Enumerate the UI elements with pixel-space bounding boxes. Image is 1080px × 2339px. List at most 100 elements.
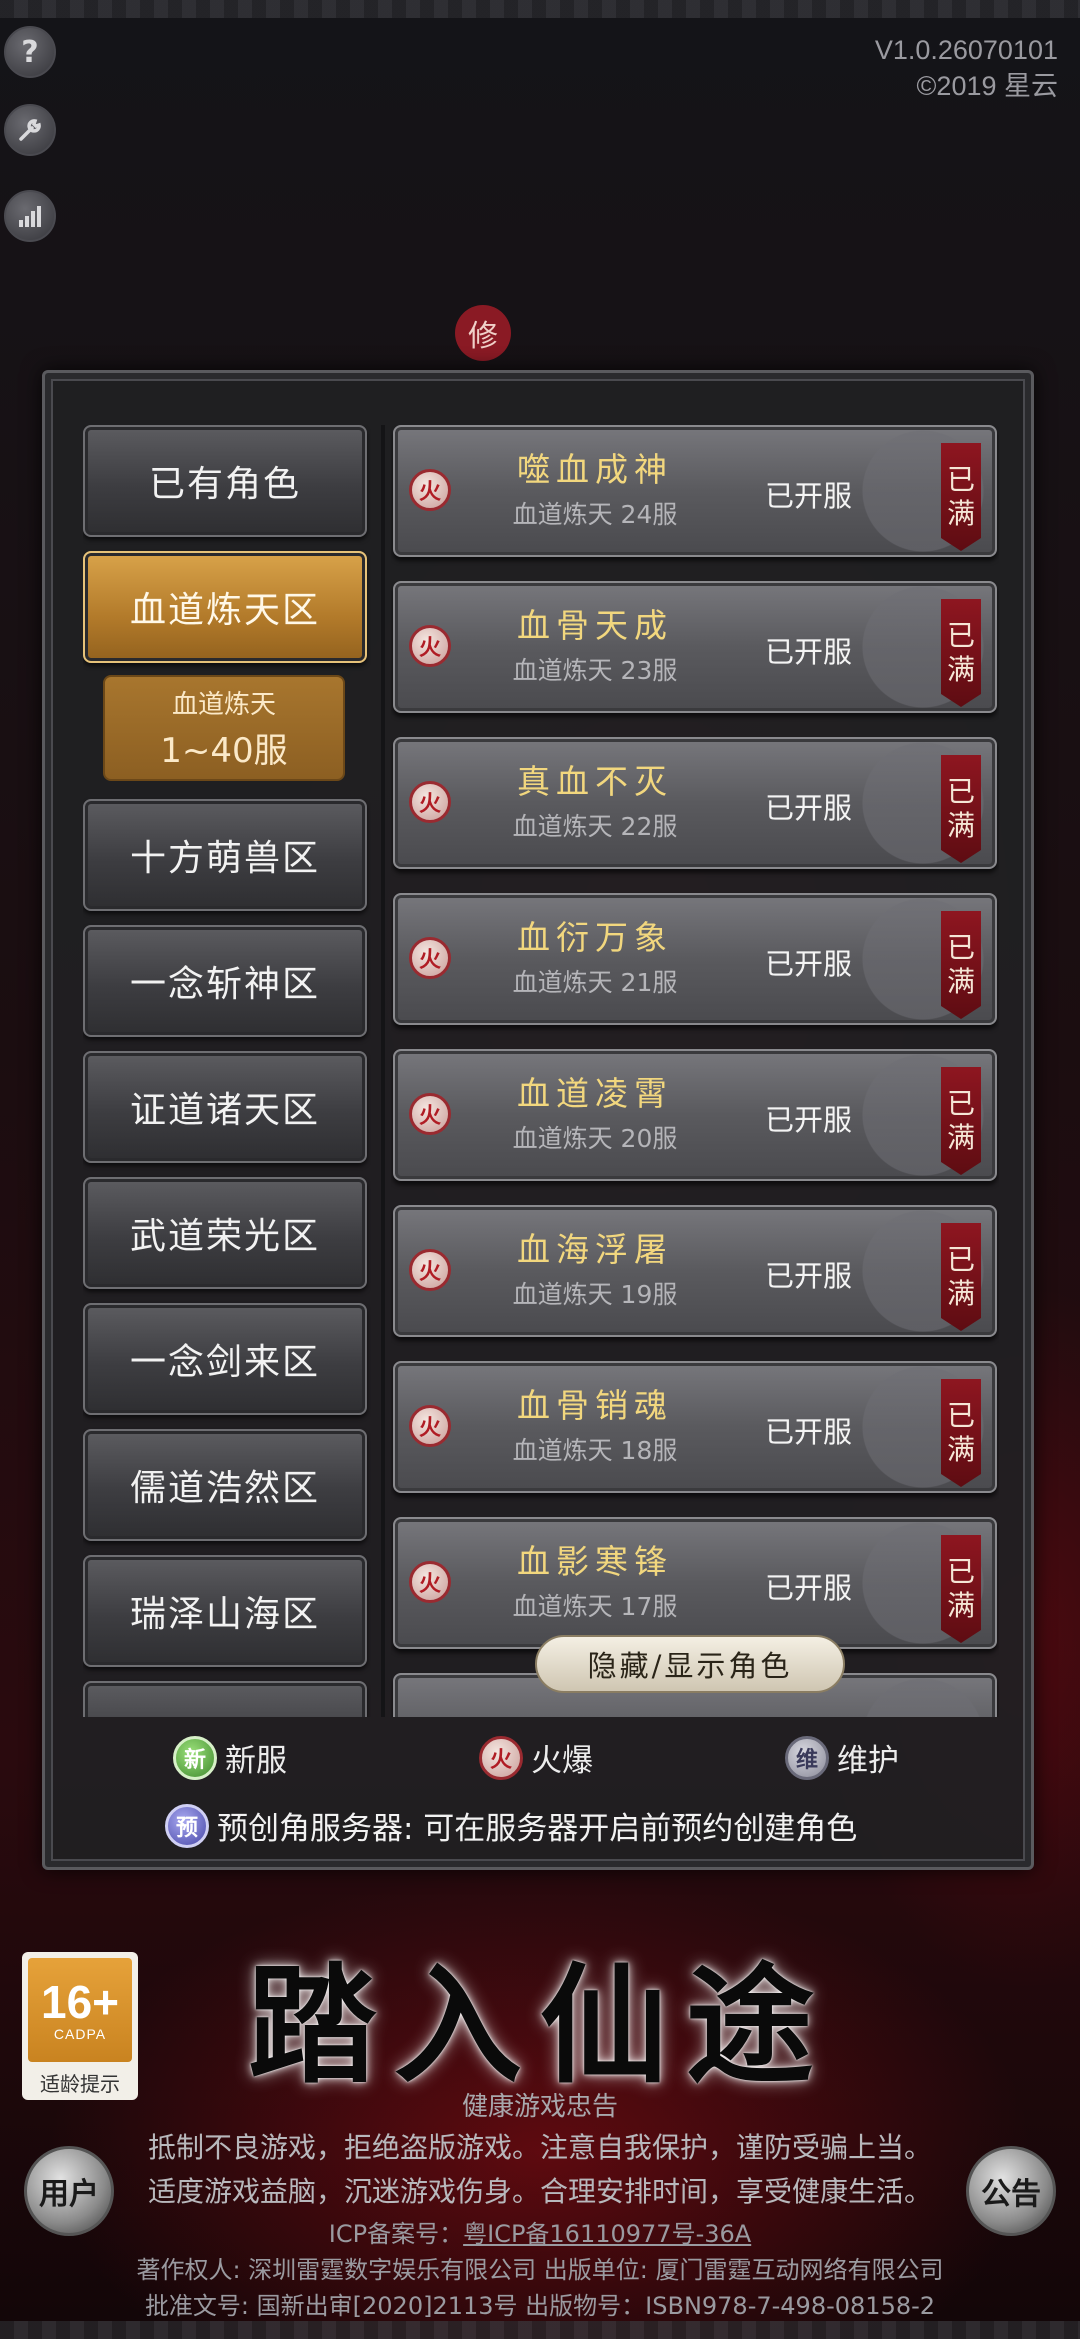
zone-item-active[interactable]: 血道炼天区 — [83, 551, 367, 663]
server-status: 已开服 — [765, 1103, 853, 1137]
hot-icon: 火 — [409, 1405, 451, 1447]
server-row[interactable]: 火 血海浮屠 血道炼天 19服 已开服 已满 — [393, 1205, 997, 1337]
full-tag-char-1: 已 — [946, 1555, 975, 1588]
hot-icon: 火 — [409, 1561, 451, 1603]
settings-button[interactable] — [4, 104, 56, 156]
hot-server-icon: 火 — [479, 1735, 523, 1780]
icp-label: ICP备案号： — [328, 2220, 464, 2248]
server-status: 已开服 — [765, 1571, 853, 1605]
hot-icon: 火 — [409, 781, 451, 823]
zone-item[interactable]: 儒道浩然区 — [83, 1429, 367, 1541]
legend-maintenance: 维 维护 — [785, 1735, 899, 1780]
network-button[interactable] — [4, 190, 56, 242]
server-number: 血道炼天 22服 — [512, 812, 678, 841]
full-tag: 已满 — [941, 1379, 981, 1487]
precreate-icon: 预 — [165, 1803, 209, 1848]
toggle-characters-button[interactable]: 隐藏/显示角色 — [535, 1635, 845, 1693]
signal-bars-icon — [19, 206, 41, 227]
help-button[interactable]: ? — [4, 26, 56, 78]
zone-item-partial[interactable] — [83, 1681, 367, 1717]
zone-item[interactable]: 武道荣光区 — [83, 1177, 367, 1289]
wrench-icon — [19, 119, 41, 141]
server-row[interactable]: 火 血道凌霄 血道炼天 20服 已开服 已满 — [393, 1049, 997, 1181]
question-icon: ? — [21, 34, 39, 70]
icp-link[interactable]: 粤ICP备16110977号-36A — [463, 2220, 751, 2248]
server-name: 血衍万象 — [517, 918, 673, 957]
zone-item[interactable]: 一念斩神区 — [83, 925, 367, 1037]
server-status: 已开服 — [765, 791, 853, 825]
server-row[interactable]: 火 真血不灭 血道炼天 22服 已开服 已满 — [393, 737, 997, 869]
full-tag-char-2: 满 — [946, 653, 975, 686]
copyright-line: ©2019 星云 — [916, 71, 1058, 101]
zone-item[interactable]: 一念剑来区 — [83, 1303, 367, 1415]
legend: 新 新服 火 火爆 维 维护 — [45, 1735, 1037, 1795]
legend-new: 新 新服 — [173, 1735, 287, 1780]
hot-icon: 火 — [409, 1093, 451, 1135]
full-tag: 已满 — [941, 1067, 981, 1175]
legend-hot: 火 火爆 — [479, 1735, 593, 1780]
version-info: V1.0.26070101 ©2019 星云 — [875, 32, 1058, 104]
copyright-owner: 著作权人: 深圳雷霆数字娱乐有限公司 出版单位: 厦门雷霆互动网络有限公司 — [136, 2256, 944, 2284]
server-number: 血道炼天 18服 — [512, 1436, 678, 1465]
full-tag: 已满 — [941, 443, 981, 551]
server-list: 火 噬血成神 血道炼天 24服 已开服 已满 火 血骨天成 血道炼天 23服 已… — [391, 425, 999, 1717]
server-name: 噬血成神 — [517, 450, 673, 489]
server-number: 血道炼天 21服 — [512, 968, 678, 997]
legend-maintenance-label: 维护 — [837, 1743, 899, 1779]
legend-prebuild: 预 预创角服务器: 可在服务器开启前预约创建角色 — [165, 1803, 857, 1848]
server-name: 血海浮屠 — [517, 1230, 673, 1269]
full-tag: 已满 — [941, 1535, 981, 1643]
server-name: 血骨天成 — [517, 606, 673, 645]
server-number: 血道炼天 17服 — [512, 1592, 678, 1621]
server-row[interactable]: 火 血骨天成 血道炼天 23服 已开服 已满 — [393, 581, 997, 713]
full-tag-char-2: 满 — [946, 965, 975, 998]
server-status: 已开服 — [765, 947, 853, 981]
enter-game-button[interactable]: 踏入仙途 — [0, 1922, 1080, 2107]
new-server-icon: 新 — [173, 1735, 217, 1780]
server-number: 血道炼天 20服 — [512, 1124, 678, 1153]
isbn-info: 批准文号: 国新出审[2020]2113号 出版物号：ISBN978-7-498… — [144, 2292, 936, 2320]
zone-item[interactable]: 十方萌兽区 — [83, 799, 367, 911]
hot-icon: 火 — [409, 937, 451, 979]
version-number: V1.0.26070101 — [874, 35, 1058, 65]
bottom-border — [0, 2321, 1080, 2339]
full-tag-char-2: 满 — [946, 1589, 975, 1622]
full-tag-char-2: 满 — [946, 1433, 975, 1466]
icp-record: ICP备案号：粤ICP备16110977号-36A — [0, 2214, 1080, 2249]
full-tag: 已满 — [941, 911, 981, 1019]
zone-list: 已有角色 血道炼天区 血道炼天 1~40服 十方萌兽区 一念斩神区 证道诸天区 … — [83, 425, 371, 1717]
full-tag-char-1: 已 — [946, 1399, 975, 1432]
full-tag-char-2: 满 — [946, 497, 975, 530]
server-name: 真血不灭 — [517, 762, 673, 801]
server-row[interactable]: 火 血骨销魂 血道炼天 18服 已开服 已满 — [393, 1361, 997, 1493]
health-notice-title: 健康游戏忠告 — [461, 2092, 618, 2122]
zone-item[interactable]: 证道诸天区 — [83, 1051, 367, 1163]
zone-item[interactable]: 瑞泽山海区 — [83, 1555, 367, 1667]
server-range-group: 血道炼天 — [171, 690, 276, 720]
full-tag-char-1: 已 — [946, 619, 975, 652]
existing-characters-button[interactable]: 已有角色 — [83, 425, 367, 537]
server-row[interactable]: 火 血影寒锋 血道炼天 17服 已开服 已满 — [393, 1517, 997, 1649]
full-tag-char-1: 已 — [946, 775, 975, 808]
legend-hot-label: 火爆 — [531, 1743, 593, 1779]
server-status: 已开服 — [765, 479, 853, 513]
server-name: 血骨销魂 — [517, 1386, 673, 1425]
server-select-panel: 已有角色 血道炼天区 血道炼天 1~40服 十方萌兽区 一念斩神区 证道诸天区 … — [42, 370, 1034, 1870]
legend-prebuild-label: 预创角服务器: 可在服务器开启前预约创建角色 — [217, 1811, 858, 1847]
top-border — [0, 0, 1080, 18]
full-tag-char-1: 已 — [946, 931, 975, 964]
server-row[interactable]: 火 血衍万象 血道炼天 21服 已开服 已满 — [393, 893, 997, 1025]
server-range-button[interactable]: 血道炼天 1~40服 — [103, 675, 345, 781]
column-divider — [381, 425, 385, 1717]
full-tag-char-1: 已 — [946, 1087, 975, 1120]
server-row[interactable]: 火 噬血成神 血道炼天 24服 已开服 已满 — [393, 425, 997, 557]
hot-icon: 火 — [409, 1249, 451, 1291]
hot-icon: 火 — [409, 469, 451, 511]
server-number: 血道炼天 19服 — [512, 1280, 678, 1309]
full-tag: 已满 — [941, 599, 981, 707]
full-tag-char-1: 已 — [946, 463, 975, 496]
server-number: 血道炼天 23服 — [512, 656, 678, 685]
full-tag: 已满 — [941, 755, 981, 863]
server-status: 已开服 — [765, 1415, 853, 1449]
server-range-label: 1~40服 — [160, 731, 288, 771]
